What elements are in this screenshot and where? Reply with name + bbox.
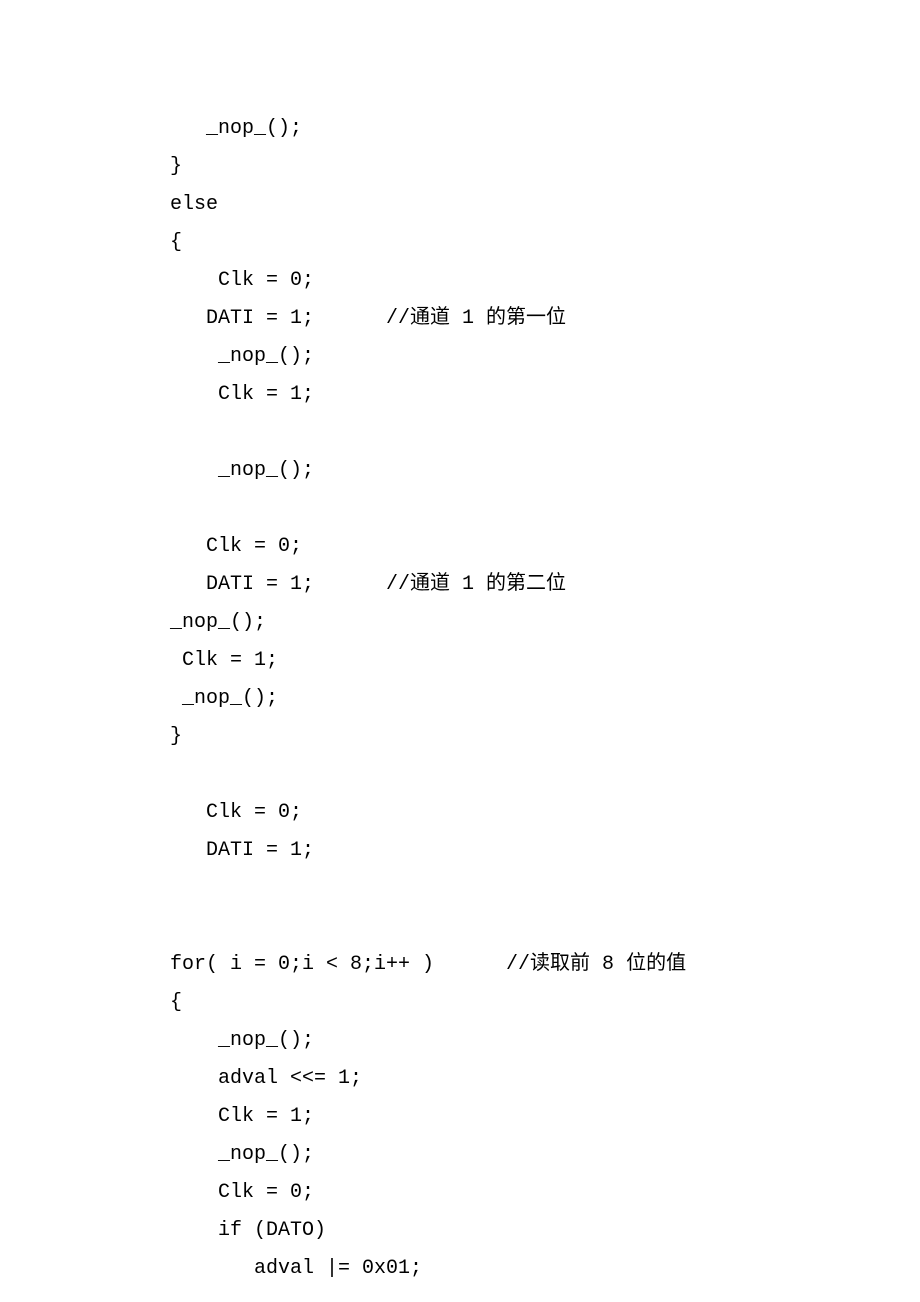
code-line: _nop_();	[170, 338, 920, 376]
code-line: adval |= 0x01;	[170, 1250, 920, 1288]
code-line: _nop_();	[170, 452, 920, 490]
code-line: {	[170, 224, 920, 262]
code-line: }	[170, 718, 920, 756]
code-line	[170, 870, 920, 908]
code-line: if (DATO)	[170, 1212, 920, 1250]
code-line: _nop_();	[170, 1136, 920, 1174]
code-line: else	[170, 186, 920, 224]
code-line: _nop_();	[170, 680, 920, 718]
code-line: Clk = 0;	[170, 794, 920, 832]
code-line: Clk = 0;	[170, 528, 920, 566]
code-line: adval <<= 1;	[170, 1060, 920, 1098]
code-line: }	[170, 148, 920, 186]
code-line: Clk = 1;	[170, 1098, 920, 1136]
code-line: Clk = 0;	[170, 262, 920, 300]
code-line: _nop_();	[170, 110, 920, 148]
code-line: _nop_();	[170, 1022, 920, 1060]
code-line: Clk = 1;	[170, 376, 920, 414]
code-line	[170, 756, 920, 794]
code-line: DATI = 1; //通道 1 的第一位	[170, 300, 920, 338]
code-line	[170, 908, 920, 946]
code-line: DATI = 1; //通道 1 的第二位	[170, 566, 920, 604]
code-line	[170, 490, 920, 528]
code-line: _nop_();	[170, 604, 920, 642]
code-line: Clk = 1;	[170, 642, 920, 680]
document-page: _nop_();}else{ Clk = 0; DATI = 1; //通道 1…	[0, 0, 920, 1302]
code-line	[170, 414, 920, 452]
code-line: DATI = 1;	[170, 832, 920, 870]
code-line: for( i = 0;i < 8;i++ ) //读取前 8 位的值	[170, 946, 920, 984]
code-line: {	[170, 984, 920, 1022]
code-block: _nop_();}else{ Clk = 0; DATI = 1; //通道 1…	[170, 110, 920, 1288]
code-line: Clk = 0;	[170, 1174, 920, 1212]
